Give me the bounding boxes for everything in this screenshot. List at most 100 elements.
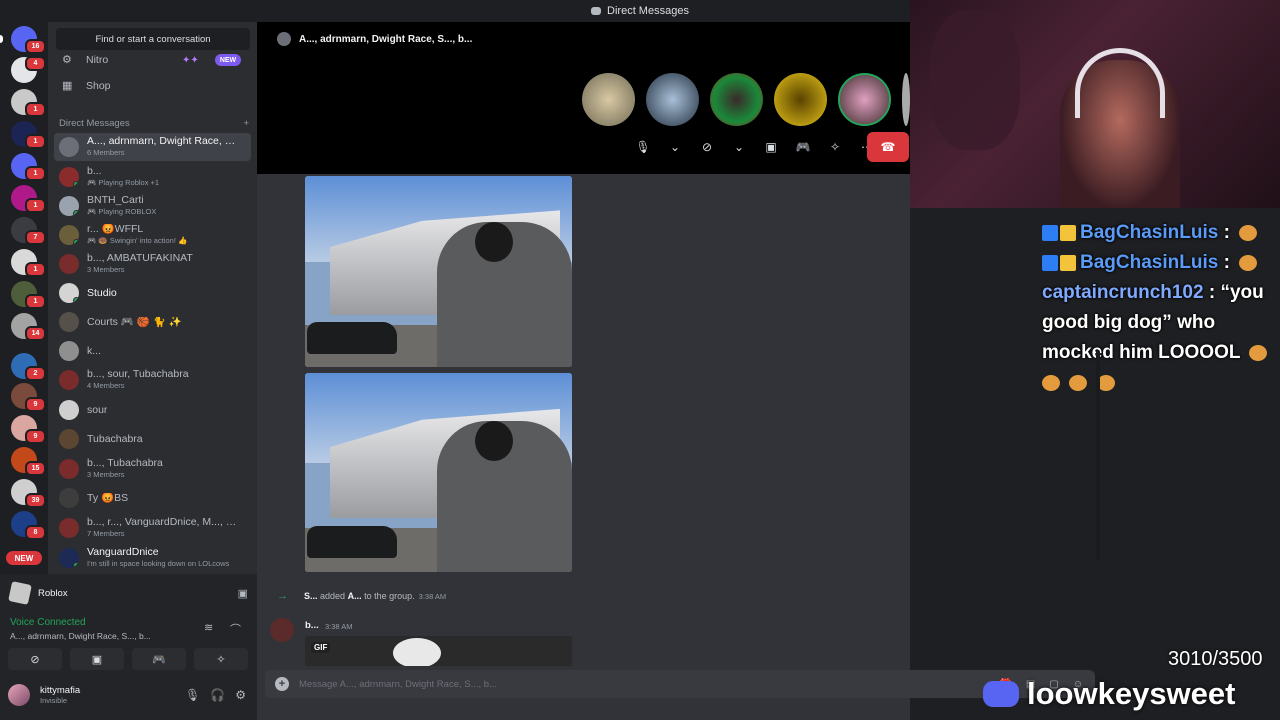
cat-emote-icon: [1249, 344, 1268, 361]
avatar: [59, 429, 79, 449]
dm-item[interactable]: sour: [54, 396, 251, 424]
mic-icon[interactable]: 🎙: [185, 688, 200, 702]
server-badge: 39: [25, 493, 46, 508]
status-dot: [73, 562, 79, 568]
image-attachment[interactable]: [305, 176, 572, 367]
message-author[interactable]: b...: [305, 620, 319, 631]
sys-actor[interactable]: S...: [304, 591, 318, 601]
chat-sep: :: [1223, 252, 1230, 273]
dm-item[interactable]: Courts 🎮 🏀 🐈 ✨: [54, 308, 251, 336]
dm-item[interactable]: Studio: [54, 279, 251, 307]
dm-item[interactable]: BNTH_Carti 🎮 Playing ROBLOX: [54, 192, 251, 220]
chevron-down-icon[interactable]: ⌄: [726, 140, 752, 154]
avatar: [59, 137, 79, 157]
dm-name: Studio: [87, 287, 117, 299]
server-badge: 8: [25, 525, 46, 540]
dm-item[interactable]: r... 😡WFFL 🎮 🍩 Swingin' into action! 👍: [54, 221, 251, 249]
status-dot: [73, 239, 79, 245]
soundboard-icon[interactable]: ✧: [822, 140, 848, 154]
server-badge: 1: [25, 294, 46, 309]
dm-sub: 3 Members: [87, 265, 125, 274]
dm-item[interactable]: b..., AMBATUFAKINAT 3 Members: [54, 250, 251, 278]
participant-avatar[interactable]: [774, 73, 827, 126]
avatar: [59, 459, 79, 479]
dm-item[interactable]: b..., r..., VanguardDnice, M..., D... 7 M…: [54, 514, 251, 542]
activity-button[interactable]: 🎮: [132, 648, 186, 670]
participant-avatar[interactable]: [646, 73, 699, 126]
dm-item[interactable]: k...: [54, 337, 251, 365]
group-icon: [277, 32, 291, 46]
noise-suppression-icon[interactable]: ≋: [204, 621, 213, 634]
search-input[interactable]: Find or start a conversation: [56, 28, 250, 50]
dm-sub: 🎮 Playing ROBLOX: [87, 207, 157, 216]
gear-icon[interactable]: ⚙: [235, 688, 246, 702]
headphones-icon[interactable]: 🎧: [210, 688, 225, 702]
participant-avatar[interactable]: [710, 73, 763, 126]
disconnect-icon[interactable]: ⌒: [230, 621, 241, 637]
screen-share-button[interactable]: ▣: [70, 648, 124, 670]
dm-sub: 🎮 Playing Roblox +1: [87, 178, 160, 187]
status-dot: [73, 210, 79, 216]
new-servers-pill[interactable]: NEW: [6, 551, 42, 565]
roblox-icon: [8, 581, 32, 605]
participant-avatar[interactable]: [838, 73, 891, 126]
soundboard-button[interactable]: ✧: [194, 648, 248, 670]
camera-off-button[interactable]: ⊘: [8, 648, 62, 670]
message-composer[interactable]: + Message A..., adrnmarn, Dwight Race, S…: [265, 670, 1095, 698]
moderator-badge-icon: [1042, 224, 1058, 241]
crown-badge-icon: [1060, 224, 1076, 241]
dm-icon: [591, 7, 602, 15]
chevron-down-icon[interactable]: ⌄: [662, 140, 688, 154]
dm-name: Tubachabra: [87, 433, 143, 445]
nav-shop[interactable]: ▦ Shop: [56, 75, 250, 97]
nitro-icon: ⚙: [62, 54, 72, 66]
user-info[interactable]: kittymafia Invisible 🎙 🎧 ⚙: [8, 680, 252, 710]
mic-icon[interactable]: 🎙: [630, 140, 656, 154]
hang-up-button[interactable]: ☎: [867, 132, 909, 162]
dm-sub: I'm still in space looking down on LOLco…: [87, 559, 230, 568]
plus-icon[interactable]: +: [275, 677, 289, 691]
dm-sidebar: Find or start a conversation ⚙ Nitro ✦✦ …: [48, 22, 257, 574]
screen-share-icon[interactable]: ▣: [758, 140, 784, 154]
dm-name: b..., Tubachabra: [87, 458, 163, 469]
add-dm-icon[interactable]: +: [243, 118, 249, 129]
dm-name: Courts 🎮 🏀 🐈 ✨: [87, 316, 182, 328]
sys-target[interactable]: A...: [348, 591, 362, 601]
camera-off-icon[interactable]: ⊘: [694, 140, 720, 154]
avatar[interactable]: [270, 618, 294, 642]
crown-badge-icon: [1060, 254, 1076, 271]
dm-name: VanguardDnice: [87, 547, 159, 558]
dm-name: r... 😡WFFL: [87, 224, 144, 235]
dm-name: A..., adrnmarn, Dwight Race, S...: [87, 136, 237, 147]
image-head: [475, 420, 513, 461]
dm-item[interactable]: VanguardDnice I'm still in space looking …: [54, 544, 251, 572]
dm-name: sour: [87, 404, 108, 416]
chat-line: captaincrunch102 : “you good big dog” wh…: [1042, 278, 1277, 398]
voice-status: Voice Connected: [10, 617, 86, 628]
avatar: [59, 488, 79, 508]
dm-item[interactable]: Tubachabra: [54, 425, 251, 453]
image-attachment[interactable]: [305, 373, 572, 572]
gif-attachment[interactable]: GIF: [305, 636, 572, 666]
call-controls: 🎙 ⌄ ⊘ ⌄ ▣ 🎮 ✧ ⋯: [630, 132, 880, 162]
dm-item[interactable]: Ty 😡BS: [54, 484, 251, 512]
dm-item[interactable]: b... 🎮 Playing Roblox +1: [54, 163, 251, 191]
dm-item[interactable]: b..., Tubachabra 3 Members: [54, 455, 251, 483]
streamer-brand: loowkeysweet: [983, 674, 1235, 714]
activity-row: Roblox ▣: [8, 581, 248, 605]
avatar: [8, 684, 30, 706]
dm-name: b...: [87, 166, 102, 177]
brand-name: loowkeysweet: [1027, 676, 1236, 711]
screen-share-icon[interactable]: ▣: [238, 587, 248, 600]
voice-channel[interactable]: A..., adrnmarn, Dwight Race, S..., b...: [10, 631, 151, 641]
shop-icon: ▦: [62, 80, 73, 92]
monkey-emote-icon: [1239, 224, 1258, 241]
server-badge: 4: [25, 56, 46, 71]
activity-icon[interactable]: 🎮: [790, 140, 816, 154]
participant-avatar[interactable]: [582, 73, 635, 126]
dm-item[interactable]: A..., adrnmarn, Dwight Race, S... 6 Membe…: [54, 133, 251, 161]
dm-name: b..., AMBATUFAKINAT: [87, 253, 193, 264]
participant-avatar[interactable]: [902, 73, 910, 126]
dm-item[interactable]: b..., sour, Tubachabra 4 Members: [54, 366, 251, 394]
avatar: [59, 548, 79, 568]
